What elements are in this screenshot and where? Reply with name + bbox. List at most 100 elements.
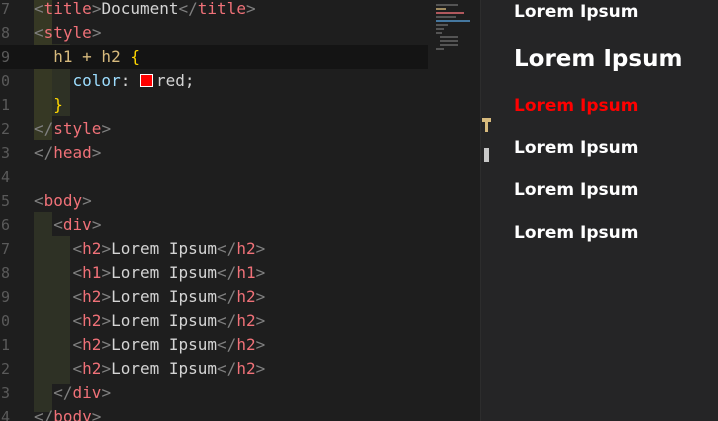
code-token: red; — [155, 71, 195, 90]
code-token: > — [101, 263, 112, 282]
code-token: > — [255, 263, 266, 282]
code-line[interactable]: 7 <title>Document</title> — [0, 0, 428, 21]
code-line[interactable]: 3 </div> — [0, 381, 428, 405]
code-token: div — [72, 383, 102, 402]
code-token: h2 — [236, 287, 256, 306]
minimap[interactable] — [428, 0, 480, 421]
code-token: </ — [178, 0, 198, 18]
line-number: 6 — [0, 216, 10, 234]
line-number: 1 — [0, 336, 10, 354]
preview-heading-h2: Lorem Ipsum — [514, 96, 639, 116]
scrollbar-marker — [484, 148, 489, 162]
code-token: > — [91, 215, 102, 234]
preview-heading-h2: Lorem Ipsum — [514, 138, 639, 158]
browser-preview: Lorem Ipsum Lorem Ipsum Lorem Ipsum Lorem I… — [493, 0, 718, 421]
line-number: 9 — [0, 288, 10, 306]
code-token: Lorem Ipsum — [111, 311, 218, 330]
line-number: 0 — [0, 72, 10, 90]
code-line[interactable]: 1 } — [0, 93, 428, 117]
code-token: h2 — [236, 359, 256, 378]
code-line[interactable]: 8 <style> — [0, 21, 428, 45]
line-number: 4 — [0, 168, 10, 186]
color-swatch-icon[interactable] — [139, 74, 153, 87]
code-text: <h1>Lorem Ipsum</h1> — [34, 261, 266, 285]
code-token: h1 + h2 — [34, 47, 131, 66]
code-token: body — [53, 407, 92, 421]
code-text: <div> — [34, 213, 101, 237]
code-token: < — [34, 335, 83, 354]
code-token: </ — [217, 359, 237, 378]
code-line[interactable]: 9 h1 + h2 { — [0, 45, 428, 69]
line-number: 8 — [0, 264, 10, 282]
code-token: > — [82, 191, 92, 210]
code-token: h1 — [236, 263, 256, 282]
code-token: h1 — [82, 263, 102, 282]
code-text: } — [34, 93, 63, 117]
code-line[interactable]: 0 color: red; — [0, 69, 428, 93]
code-token: { — [130, 47, 140, 66]
code-token: < — [34, 191, 44, 210]
code-token: < — [34, 23, 44, 42]
code-token: Lorem Ipsum — [111, 359, 218, 378]
code-token: h2 — [236, 335, 256, 354]
code-token: > — [255, 359, 266, 378]
code-token: > — [101, 311, 112, 330]
line-number: 9 — [0, 48, 10, 66]
code-token: head — [53, 143, 92, 162]
code-line[interactable]: 8 <h1>Lorem Ipsum</h1> — [0, 261, 428, 285]
code-token: > — [245, 0, 256, 18]
code-token: </ — [217, 311, 237, 330]
scrollbar-marker — [485, 118, 488, 132]
code-token: < — [34, 263, 83, 282]
line-number: 5 — [0, 192, 10, 210]
code-token: title — [197, 0, 246, 18]
code-token: Lorem Ipsum — [111, 239, 218, 258]
code-token: > — [101, 287, 112, 306]
code-token: </ — [34, 119, 54, 138]
code-text: <body> — [34, 189, 92, 213]
code-text: </div> — [34, 381, 111, 405]
code-line[interactable]: 9 <h2>Lorem Ipsum</h2> — [0, 285, 428, 309]
preview-heading-h2: Lorem Ipsum — [514, 223, 639, 243]
code-token: > — [91, 407, 102, 421]
code-token: > — [255, 311, 266, 330]
code-line[interactable]: 0 <h2>Lorem Ipsum</h2> — [0, 309, 428, 333]
code-line[interactable]: 3 </head> — [0, 141, 428, 165]
line-number: 2 — [0, 120, 10, 138]
code-line[interactable]: 6 <div> — [0, 213, 428, 237]
line-number: 7 — [0, 0, 10, 18]
code-line[interactable]: 4 </body> — [0, 405, 428, 421]
code-token: Lorem Ipsum — [111, 263, 218, 282]
preview-heading-h2: Lorem Ipsum — [514, 180, 639, 200]
code-text: <h2>Lorem Ipsum</h2> — [34, 309, 266, 333]
code-token: h2 — [82, 359, 102, 378]
line-number: 7 — [0, 240, 10, 258]
preview-heading-h2: Lorem Ipsum — [514, 2, 639, 22]
code-text: color: red; — [34, 69, 195, 93]
code-token: > — [101, 359, 112, 378]
code-line[interactable]: 5 <body> — [0, 189, 428, 213]
code-token: style — [43, 23, 92, 42]
code-token: Lorem Ipsum — [111, 335, 218, 354]
code-editor[interactable]: 7 <title>Document</title> 8 <style> 9 h1 + h… — [0, 0, 428, 421]
vertical-scrollbar[interactable] — [480, 0, 493, 421]
code-line[interactable]: 4 — [0, 165, 428, 189]
code-line[interactable]: 1 <h2>Lorem Ipsum</h2> — [0, 333, 428, 357]
code-text: <style> — [34, 21, 101, 45]
line-number: 2 — [0, 360, 10, 378]
code-token: color — [34, 71, 121, 90]
code-line[interactable]: 2 </style> — [0, 117, 428, 141]
code-token: > — [101, 119, 112, 138]
code-token: style — [53, 119, 102, 138]
code-token: </ — [217, 239, 237, 258]
code-line[interactable]: 2 <h2>Lorem Ipsum</h2> — [0, 357, 428, 381]
code-token: > — [255, 239, 266, 258]
code-line[interactable]: 7 <h2>Lorem Ipsum</h2> — [0, 237, 428, 261]
code-token: < — [34, 239, 83, 258]
code-token: div — [62, 215, 92, 234]
line-number: 1 — [0, 96, 10, 114]
code-text: <h2>Lorem Ipsum</h2> — [34, 357, 266, 381]
line-number: 8 — [0, 24, 10, 42]
code-token: </ — [34, 143, 54, 162]
code-token: > — [101, 383, 112, 402]
